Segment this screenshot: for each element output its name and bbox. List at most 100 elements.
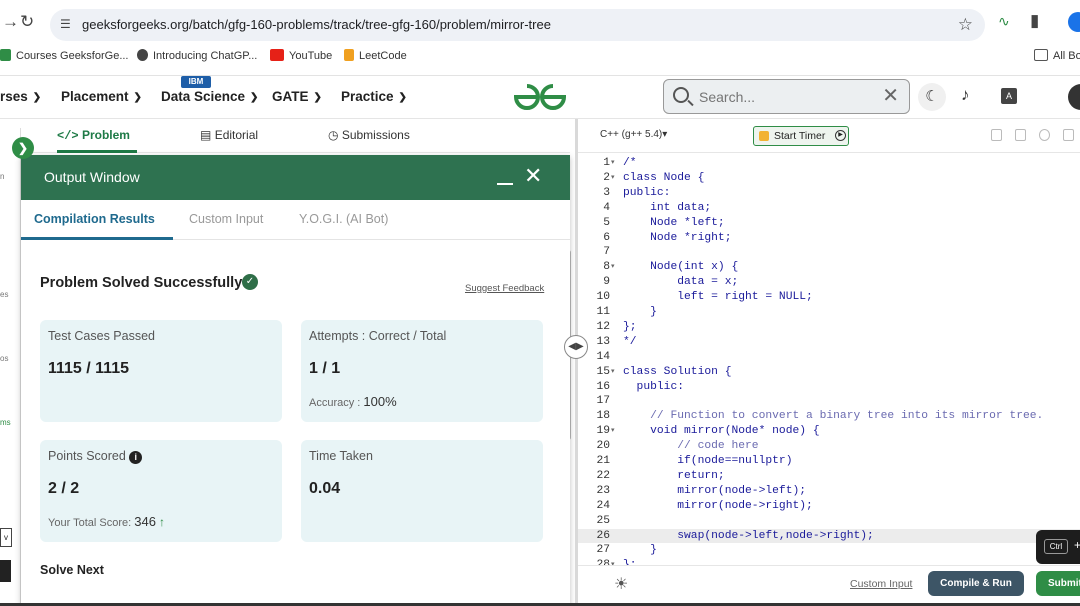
info-icon[interactable]: i	[129, 451, 143, 464]
code-text: int data;	[623, 201, 712, 214]
nav-courses[interactable]: rses ❯	[0, 89, 41, 104]
notification-bell-icon[interactable]: ♪	[961, 85, 970, 105]
code-line[interactable]: 11 }	[578, 305, 1080, 320]
bookmark-star-icon[interactable]: ☆	[958, 15, 973, 35]
profile-icon[interactable]	[1068, 12, 1080, 32]
code-line[interactable]: 6 Node *right;	[578, 231, 1080, 246]
close-icon[interactable]: ✕	[524, 165, 542, 187]
clear-search-icon[interactable]: ✕	[882, 85, 899, 107]
extension-wave-icon[interactable]: ∿	[998, 13, 1010, 30]
sidebar-fragment[interactable]: v	[0, 528, 12, 547]
chevron-down-icon: ❯	[250, 92, 259, 103]
collapsed-sidebar[interactable]: n es os ms v	[0, 128, 21, 606]
document-icon: ▤	[200, 128, 212, 142]
code-line[interactable]: 9 data = x;	[578, 275, 1080, 290]
tab-compilation-results[interactable]: Compilation Results	[34, 212, 155, 226]
tab-problem[interactable]: </> Problem	[57, 128, 130, 143]
code-line[interactable]: 7	[578, 245, 1080, 260]
bookmark-leetcode[interactable]: LeetCode	[344, 49, 407, 62]
code-line[interactable]: 28▾};	[578, 558, 1080, 565]
code-line[interactable]: 19 ▾ void mirror(Node* node) {	[578, 424, 1080, 439]
nav-practice[interactable]: Practice ❯	[341, 89, 407, 104]
fold-arrow-icon[interactable]: ▾	[611, 171, 615, 186]
youtube-favicon-icon	[270, 49, 284, 61]
code-line[interactable]: 23 mirror(node->left);	[578, 484, 1080, 499]
code-line[interactable]: 16 public:	[578, 380, 1080, 395]
label-text: Points Scored	[48, 449, 126, 463]
minimize-icon[interactable]	[497, 165, 513, 185]
output-tabs: Compilation Results Custom Input Y.O.G.I…	[21, 200, 570, 240]
tab-custom-input[interactable]: Custom Input	[189, 212, 263, 226]
code-line[interactable]: 3 public:	[578, 186, 1080, 201]
code-line[interactable]: 8 ▾ Node(int x) {	[578, 260, 1080, 275]
code-line[interactable]: 12};	[578, 320, 1080, 335]
compile-run-button[interactable]: Compile & Run	[928, 571, 1024, 596]
code-line[interactable]: 21 if(node==nullptr)	[578, 454, 1080, 469]
fold-arrow-icon[interactable]: ▾	[611, 156, 615, 171]
code-line[interactable]: 25	[578, 514, 1080, 529]
custom-input-link[interactable]: Custom Input	[850, 578, 912, 590]
nav-placement[interactable]: Placement ❯	[61, 89, 142, 104]
code-editor[interactable]: 1 ▾/* 2 ▾ class Node {3 public: 4 int data; 5 N…	[578, 153, 1080, 565]
language-select[interactable]: C++ (g++ 5.4)▾	[600, 129, 667, 140]
code-line[interactable]: 22 return;	[578, 469, 1080, 484]
output-window: Output Window ✕ Compilation Results Cust…	[21, 155, 570, 606]
code-line[interactable]: 4 int data;	[578, 201, 1080, 216]
card-time: Time Taken 0.04	[301, 440, 543, 542]
tab-yogi-ai-bot[interactable]: Y.O.G.I. (AI Bot)	[299, 212, 388, 226]
line-number: 6	[603, 231, 610, 244]
dark-mode-moon-icon[interactable]: ☾	[918, 83, 946, 111]
extensions-puzzle-icon[interactable]: ▮	[1030, 11, 1039, 31]
bookmark-label: All Bo	[1053, 50, 1080, 62]
code-line[interactable]: 10 left = right = NULL;	[578, 290, 1080, 305]
back-arrow-icon[interactable]: →	[2, 12, 19, 32]
code-line[interactable]: 27 }	[578, 543, 1080, 558]
fold-arrow-icon[interactable]: ▾	[611, 260, 615, 275]
reload-icon[interactable]: ↻	[20, 12, 34, 32]
bookmark-courses[interactable]: Courses GeeksforGe...	[0, 49, 129, 62]
reset-icon[interactable]	[1015, 129, 1026, 141]
nav-data-science[interactable]: Data Science ❯	[161, 89, 258, 104]
suggest-feedback-link[interactable]: Suggest Feedback	[465, 283, 544, 294]
search-box[interactable]: ✕	[663, 79, 910, 114]
sidebar-dark-button[interactable]	[0, 560, 11, 582]
tab-editorial[interactable]: ▤ Editorial	[200, 128, 258, 142]
tab-submissions[interactable]: ◷ Submissions	[328, 128, 410, 142]
site-settings-icon[interactable]: ☰	[60, 17, 74, 31]
lightbulb-icon[interactable]: ☀	[614, 574, 628, 594]
code-line[interactable]: 17	[578, 394, 1080, 409]
gfg-logo-icon[interactable]	[512, 80, 568, 114]
start-timer-button[interactable]: Start Timer ▶	[753, 126, 849, 146]
code-text: return;	[623, 469, 725, 482]
code-line[interactable]: 1 ▾ /*	[578, 156, 1080, 171]
fold-arrow-icon[interactable]: ▾	[611, 365, 615, 380]
line-number: 27	[596, 544, 610, 557]
resize-handle-icon[interactable]: ◀▶	[564, 335, 588, 359]
settings-gear-icon[interactable]	[1039, 129, 1050, 141]
search-input[interactable]	[699, 88, 869, 106]
submit-button[interactable]: Submit	[1036, 571, 1080, 596]
folder-icon	[1034, 49, 1048, 61]
all-bookmarks[interactable]: All Bo	[1034, 49, 1080, 62]
code-line[interactable]: 15 ▾ class Solution {	[578, 365, 1080, 380]
copy-icon[interactable]	[991, 129, 1002, 141]
line-number: 10	[596, 291, 610, 304]
bookmark-youtube[interactable]: YouTube	[270, 49, 332, 62]
translate-icon[interactable]: A	[1001, 88, 1017, 104]
address-bar[interactable]: ☰ geeksforgeeks.org/batch/gfg-160-proble…	[50, 9, 985, 41]
expand-sidebar-chevron-icon[interactable]: ❯	[12, 137, 34, 159]
fold-arrow-icon[interactable]: ▾	[611, 424, 615, 439]
nav-gate[interactable]: GATE ❯	[272, 89, 322, 104]
code-line[interactable]: 26 swap(node->left,node->right);	[578, 528, 1080, 544]
code-line[interactable]: 14	[578, 350, 1080, 365]
code-line[interactable]: 20 // code here	[578, 439, 1080, 454]
code-line[interactable]: 2 ▾ class Node {	[578, 171, 1080, 186]
fullscreen-icon[interactable]	[1063, 129, 1074, 141]
code-line[interactable]: 24 mirror(node->right);	[578, 499, 1080, 514]
code-line[interactable]: 18 // Function to convert a binary tree …	[578, 409, 1080, 424]
chevron-down-icon: ❯	[32, 92, 42, 103]
bookmark-chatgpt[interactable]: Introducing ChatGP...	[137, 49, 257, 62]
code-line[interactable]: 5 Node *left;	[578, 216, 1080, 231]
fold-arrow-icon[interactable]: ▾	[611, 558, 615, 565]
code-line[interactable]: 13 */	[578, 335, 1080, 350]
